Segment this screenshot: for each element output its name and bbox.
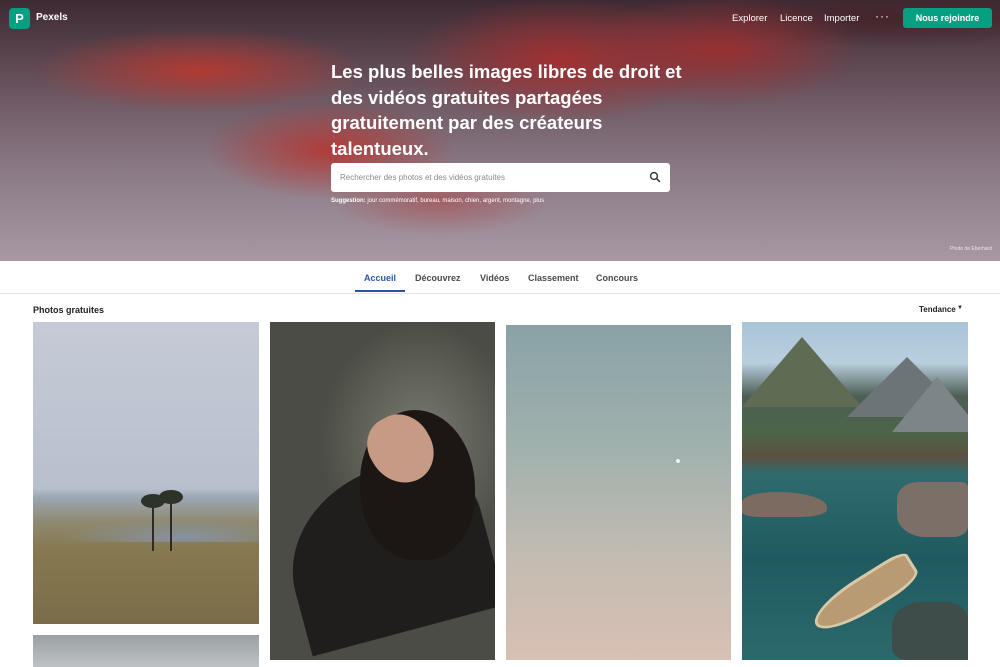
more-menu-icon[interactable]: ··· [875, 9, 890, 23]
sort-dropdown[interactable]: Tendance [919, 305, 956, 314]
suggestions-list[interactable]: jour commémoratif, bureau, maison, chien… [367, 198, 544, 204]
photo-mountain-lake-boat[interactable] [742, 322, 968, 660]
nav-explore-link[interactable]: Explorer [732, 13, 767, 24]
chevron-down-icon[interactable]: ▼ [957, 305, 963, 311]
top-nav: P Pexels Explorer Licence Importer ··· N… [0, 0, 1000, 36]
section-title: Photos gratuites [33, 305, 105, 315]
pexels-logo-icon[interactable]: P [9, 8, 30, 29]
nav-upload-link[interactable]: Importer [824, 13, 859, 24]
tab-videos[interactable]: Vidéos [480, 273, 509, 283]
search-icon[interactable] [649, 171, 661, 183]
join-button[interactable]: Nous rejoindre [903, 8, 992, 28]
tab-home[interactable]: Accueil [364, 273, 396, 283]
search-input[interactable]: Rechercher des photos et des vidéos grat… [340, 173, 505, 182]
tab-leaderboard[interactable]: Classement [528, 273, 579, 283]
hero-banner: P Pexels Explorer Licence Importer ··· N… [0, 0, 1000, 261]
tab-discover[interactable]: Découvrez [415, 273, 461, 283]
active-tab-indicator [355, 290, 405, 292]
brand-name[interactable]: Pexels [36, 12, 68, 23]
tab-challenges[interactable]: Concours [596, 273, 638, 283]
photo-palm-trees[interactable] [33, 322, 259, 624]
hero-title: Les plus belles images libres de droit e… [331, 61, 682, 159]
suggestions-label: Suggestion: [331, 198, 366, 204]
nav-license-link[interactable]: Licence [780, 13, 813, 24]
photo-woman-portrait[interactable] [270, 322, 495, 660]
search-suggestions: Suggestion: jour commémoratif, bureau, m… [331, 198, 544, 204]
section-tabs: Accueil Découvrez Vidéos Classement Conc… [0, 261, 1000, 294]
search-bar[interactable]: Rechercher des photos et des vidéos grat… [331, 163, 670, 192]
photo-sky-moon[interactable] [506, 325, 731, 660]
photo-partial[interactable] [33, 635, 259, 667]
photo-credit[interactable]: Photo de Eberhard [950, 246, 992, 252]
